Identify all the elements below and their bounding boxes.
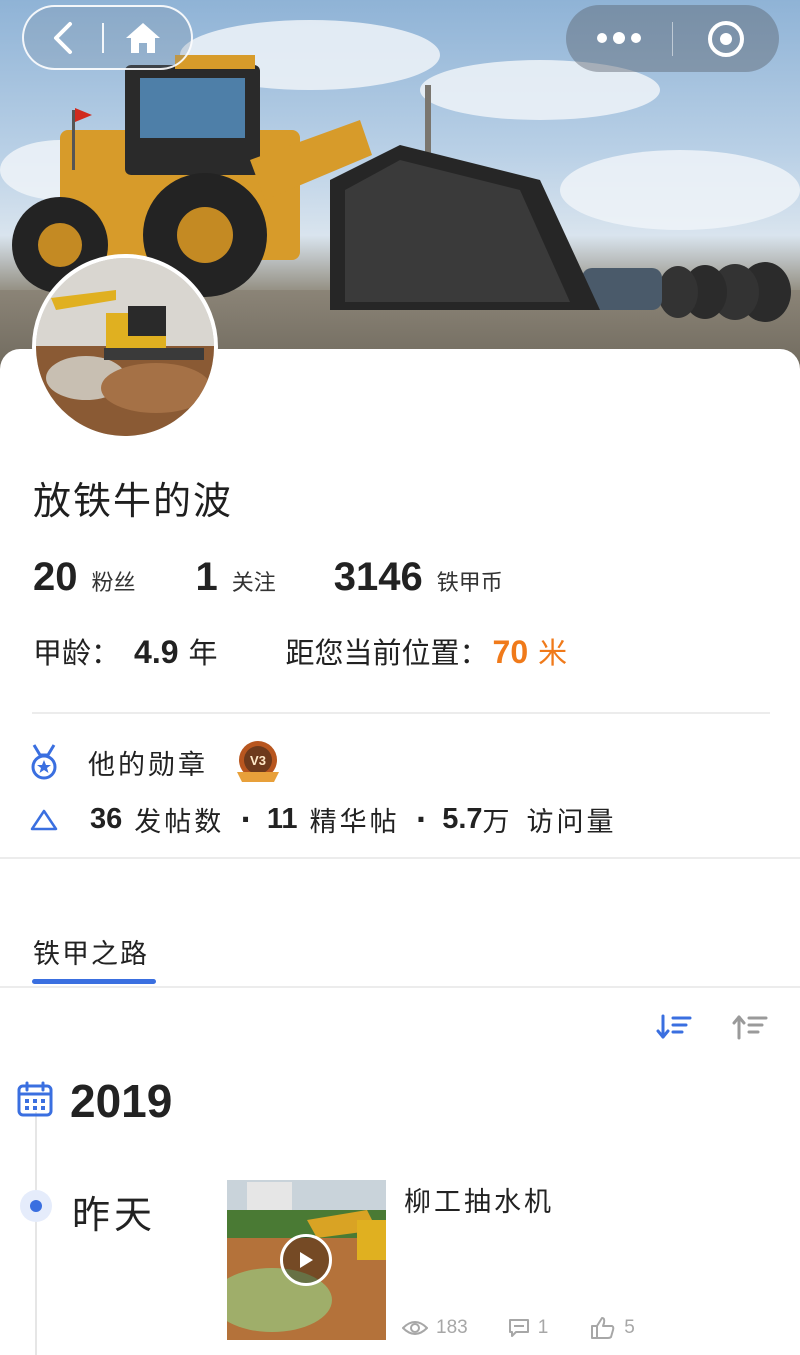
close-miniapp-button[interactable] xyxy=(673,5,779,72)
featured-count: 11 xyxy=(266,803,298,835)
chevron-left-icon xyxy=(54,21,72,54)
post-thumbnail[interactable] xyxy=(227,1180,386,1340)
views-stat: 183 xyxy=(402,1317,468,1339)
divider xyxy=(32,712,770,714)
likes-count: 5 xyxy=(624,1317,635,1338)
featured-label: 精华帖 xyxy=(309,807,400,838)
separator: · xyxy=(415,803,427,836)
play-icon xyxy=(300,1252,313,1268)
posts-label: 发帖数 xyxy=(134,807,225,838)
play-button[interactable] xyxy=(280,1234,332,1286)
views-count: 183 xyxy=(436,1317,468,1338)
timeline-line xyxy=(35,1112,37,1355)
back-button[interactable] xyxy=(24,7,102,68)
coins-label[interactable]: 铁甲币 xyxy=(437,565,503,597)
posts-count: 36 xyxy=(90,803,123,835)
v3-badge-icon[interactable]: V3 xyxy=(234,738,282,786)
username: 放铁牛的波 xyxy=(33,479,234,523)
age-label: 甲龄： xyxy=(33,636,121,670)
nav-capsule-left xyxy=(22,5,193,70)
nav-capsule-right xyxy=(566,5,779,72)
sort-descending-icon[interactable] xyxy=(656,1012,692,1042)
comments-stat[interactable]: 1 xyxy=(508,1317,549,1339)
tab-active-indicator xyxy=(32,979,156,984)
separator: · xyxy=(240,803,251,836)
likes-stat[interactable]: 5 xyxy=(590,1316,635,1340)
calendar-icon xyxy=(17,1081,53,1117)
comments-count: 1 xyxy=(537,1317,549,1338)
activity-row: 36 发帖数 · 11 精华帖 · 5.7 万 访问量 xyxy=(30,800,617,839)
triangle-icon xyxy=(30,809,58,830)
divider xyxy=(0,986,800,988)
following-label[interactable]: 关注 xyxy=(232,565,276,597)
more-button[interactable] xyxy=(566,5,672,72)
distance-label: 距您当前位置： xyxy=(285,636,489,670)
age-unit: 年 xyxy=(188,636,218,670)
divider xyxy=(0,857,800,859)
sort-ascending-icon[interactable] xyxy=(732,1012,768,1042)
home-button[interactable] xyxy=(104,7,182,68)
more-dots-icon xyxy=(596,32,641,44)
home-icon xyxy=(126,22,160,53)
age-value: 4.9 xyxy=(134,634,179,670)
eye-icon xyxy=(402,1321,428,1335)
tab-iron-road[interactable]: 铁甲之路 xyxy=(33,932,149,971)
medals-row[interactable]: 他的勋章 V3 xyxy=(28,738,282,786)
post-stats: 183 1 5 xyxy=(402,1316,635,1340)
timeline-day: 昨天 xyxy=(72,1193,157,1237)
target-circle-icon xyxy=(708,20,745,57)
fans-count[interactable]: 20 xyxy=(33,555,78,600)
avatar[interactable] xyxy=(32,254,218,440)
distance-unit: 米 xyxy=(538,636,568,670)
timeline-year: 2019 xyxy=(70,1075,173,1127)
svg-text:V3: V3 xyxy=(250,753,266,768)
comment-icon xyxy=(508,1319,529,1337)
thumbs-up-icon xyxy=(591,1317,615,1339)
profile-meta: 甲龄： 4.9 年 距您当前位置： 70 米 xyxy=(33,630,567,672)
medal-icon xyxy=(31,744,57,780)
fans-label[interactable]: 粉丝 xyxy=(92,565,136,597)
following-count[interactable]: 1 xyxy=(196,555,218,600)
visits-unit: 万 xyxy=(482,807,513,838)
visits-label: 访问量 xyxy=(526,807,617,838)
profile-stats: 20 粉丝 1 关注 3146 铁甲币 xyxy=(33,555,503,600)
distance-value: 70 xyxy=(492,634,529,670)
visits-count: 5.7 xyxy=(442,803,483,835)
post-title[interactable]: 柳工抽水机 xyxy=(404,1180,554,1219)
medals-label: 他的勋章 xyxy=(88,749,208,781)
coins-count[interactable]: 3146 xyxy=(334,555,423,600)
